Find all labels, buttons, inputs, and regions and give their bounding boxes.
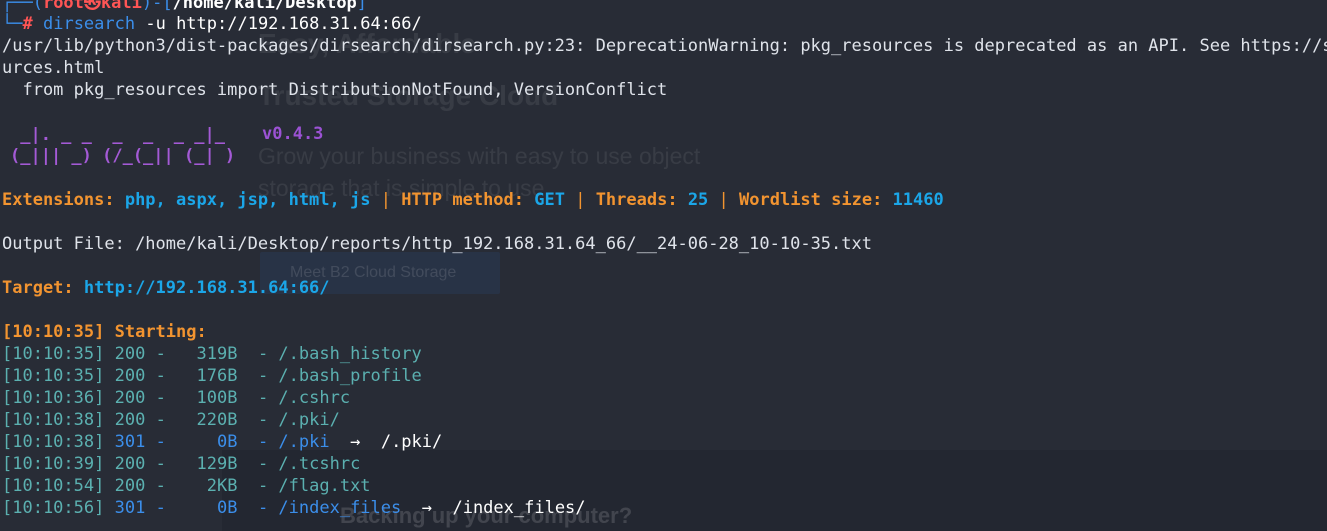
result-dash: - — [237, 476, 279, 496]
result-status: 200 — [114, 454, 146, 474]
config-line: Extensions: php, aspx, jsp, html, js | H… — [2, 190, 944, 210]
result-path: /flag.txt — [278, 476, 371, 496]
starting-line: [10:10:35] Starting: — [2, 322, 207, 342]
redirect-arrow-icon: → — [421, 498, 432, 518]
result-time: [10:10:54] — [2, 476, 105, 496]
result-dash: - — [237, 432, 279, 452]
result-time: [10:10:35] — [2, 344, 105, 364]
result-dash: - — [237, 344, 279, 364]
result-size: 0B — [176, 432, 238, 452]
result-dash: - — [237, 388, 279, 408]
warning-line-1: /usr/lib/python3/dist-packages/dirsearch… — [2, 36, 1327, 56]
result-size: 319B — [176, 344, 238, 364]
result-path: /.bash_history — [278, 344, 422, 364]
result-dash: - — [145, 366, 177, 386]
result-time: [10:10:38] — [2, 432, 105, 452]
threads-value: 25 — [687, 190, 709, 210]
warning-line-3: from pkg_resources import DistributionNo… — [2, 80, 668, 100]
output-file-path: /home/kali/Desktop/reports/http_192.168.… — [135, 234, 872, 254]
version-label: v0.4.3 — [262, 124, 324, 144]
redirect-arrow-icon: → — [350, 432, 361, 452]
result-row: [10:10:56] 301 - 0B - /index_files → /in… — [2, 497, 586, 519]
prompt-path: /home/kali/Desktop — [172, 0, 357, 13]
result-dash: - — [237, 454, 279, 474]
result-path: /index_files — [278, 498, 402, 518]
output-file-line: Output File: /home/kali/Desktop/reports/… — [2, 234, 872, 254]
prompt-user: root㉿kali — [42, 0, 142, 13]
result-time: [10:10:36] — [2, 388, 105, 408]
result-path: /.pki/ — [278, 410, 340, 430]
result-dash: - — [237, 410, 279, 430]
target-line: Target: http://192.168.31.64:66/ — [2, 278, 330, 298]
command-line[interactable]: └─# dirsearch -u http://192.168.31.64:66… — [2, 13, 422, 35]
target-url: http://192.168.31.64:66/ — [83, 278, 330, 298]
command-args: -u http://192.168.31.64:66/ — [145, 14, 422, 34]
result-dash: - — [145, 344, 177, 364]
result-redirect: /index_files/ — [452, 498, 586, 518]
result-time: [10:10:56] — [2, 498, 105, 518]
result-dash: - — [145, 454, 177, 474]
result-size: 129B — [176, 454, 238, 474]
result-row: [10:10:38] 301 - 0B - /.pki → /.pki/ — [2, 431, 442, 453]
result-size: 2KB — [176, 476, 238, 496]
result-dash: - — [145, 498, 177, 518]
result-path: /.tcshrc — [278, 454, 361, 474]
result-dash: - — [145, 388, 177, 408]
result-redirect: /.pki/ — [380, 432, 443, 452]
result-dash: - — [237, 498, 279, 518]
result-status: 200 — [114, 410, 146, 430]
result-time: [10:10:39] — [2, 454, 105, 474]
result-row: [10:10:36] 200 - 100B - /.cshrc — [2, 387, 350, 409]
result-status: 301 — [114, 498, 146, 518]
result-row: [10:10:35] 200 - 176B - /.bash_profile — [2, 365, 422, 387]
result-row: [10:10:54] 200 - 2KB - /flag.txt — [2, 475, 371, 497]
result-path: /.bash_profile — [278, 366, 422, 386]
result-time: [10:10:38] — [2, 410, 105, 430]
result-size: 176B — [176, 366, 238, 386]
extensions-value: php, aspx, jsp, html, js — [124, 190, 371, 210]
result-status: 200 — [114, 388, 146, 408]
result-dash: - — [237, 366, 279, 386]
result-row: [10:10:39] 200 - 129B - /.tcshrc — [2, 453, 360, 475]
result-size: 220B — [176, 410, 238, 430]
result-dash: - — [145, 476, 177, 496]
result-row: [10:10:35] 200 - 319B - /.bash_history — [2, 343, 422, 365]
result-size: 0B — [176, 498, 238, 518]
result-status: 301 — [114, 432, 146, 452]
wordlist-value: 11460 — [892, 190, 944, 210]
prompt-hash: # — [22, 14, 33, 34]
prompt-line: ┌──(root㉿kali)-[/home/kali/Desktop] — [2, 0, 367, 14]
result-size: 100B — [176, 388, 238, 408]
result-dash: - — [145, 432, 177, 452]
result-path: /.pki — [278, 432, 330, 452]
result-status: 200 — [114, 366, 146, 386]
command-name: dirsearch — [42, 14, 136, 34]
warning-line-2: urces.html — [2, 58, 105, 78]
result-path: /.cshrc — [278, 388, 351, 408]
result-status: 200 — [114, 344, 146, 364]
banner-art-bottom: (_||| _) (/_(_|| (_| ) — [10, 146, 236, 166]
terminal-window[interactable]: Easy, Affordable Trusted Storage Cloud Gr… — [0, 0, 1327, 531]
method-value: GET — [534, 190, 565, 210]
result-status: 200 — [114, 476, 146, 496]
banner-art-top: _|. _ _ _ _ _ _|_ — [10, 125, 225, 145]
result-time: [10:10:35] — [2, 366, 105, 386]
result-dash: - — [145, 410, 177, 430]
result-row: [10:10:38] 200 - 220B - /.pki/ — [2, 409, 340, 431]
